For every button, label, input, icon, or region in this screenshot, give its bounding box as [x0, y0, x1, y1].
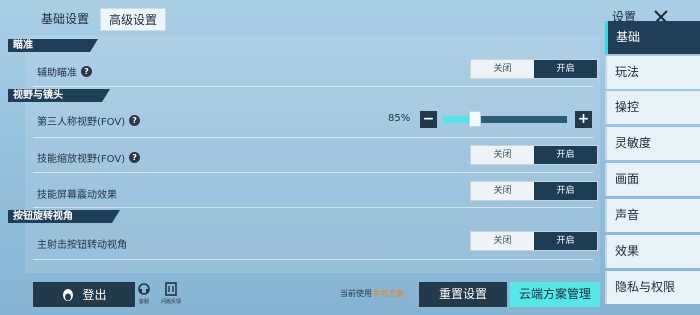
fire-rotate-on-button[interactable]: 开启: [534, 232, 597, 250]
customer-service-label: 客服: [138, 299, 149, 305]
skill-zoom-label: 技能缩放视野(FOV) ?: [37, 150, 141, 165]
section-header-view: 视野与镜头: [8, 89, 110, 102]
tab-advanced-settings[interactable]: 高级设置: [100, 8, 167, 31]
screen-shake-off-button[interactable]: 关闭: [471, 182, 534, 200]
section-header-aim: 瞄准: [8, 39, 98, 52]
help-icon[interactable]: ?: [129, 152, 141, 163]
reset-settings-button[interactable]: 重置设置: [419, 282, 507, 307]
skill-zoom-on-button[interactable]: 开启: [534, 146, 597, 164]
fov-slider-track[interactable]: [443, 116, 567, 123]
help-icon[interactable]: ?: [81, 66, 92, 77]
assist-aim-toggle: 关闭 开启: [470, 59, 598, 79]
feedback-label: 问题反馈: [160, 299, 181, 305]
assist-aim-off-button[interactable]: 关闭: [471, 60, 534, 78]
fov-slider-handle[interactable]: [469, 111, 482, 127]
divider: [33, 207, 593, 208]
assist-aim-text: 辅助瞄准: [37, 68, 77, 79]
fov-increase-button[interactable]: +: [575, 111, 592, 128]
settings-tabs: 基础设置 高级设置: [33, 8, 169, 31]
fire-rotate-toggle: 关闭 开启: [470, 231, 598, 251]
fov-third-text: 第三人称视野(FOV): [37, 117, 126, 128]
divider: [33, 172, 593, 173]
divider: [33, 137, 593, 138]
divider: [33, 259, 593, 260]
sidebar-item-basic[interactable]: 基础: [605, 21, 700, 54]
fov-decrease-button[interactable]: −: [420, 111, 437, 128]
feedback-button[interactable]: 问题反馈: [157, 282, 185, 305]
fire-rotate-off-button[interactable]: 关闭: [471, 232, 534, 250]
tab-basic-settings[interactable]: 基础设置: [33, 8, 97, 31]
cloud-scheme-button[interactable]: 云端方案管理: [510, 282, 600, 307]
current-scheme-name[interactable]: 本地方案: [372, 289, 404, 298]
sidebar-item-effects[interactable]: 效果: [605, 235, 700, 268]
sidebar-item-privacy[interactable]: 隐私与权限: [605, 271, 700, 304]
assist-aim-on-button[interactable]: 开启: [534, 60, 597, 78]
sidebar-item-graphics[interactable]: 画面: [605, 163, 700, 196]
divider: [33, 86, 593, 87]
current-scheme-prefix: 当前使用: [340, 289, 372, 298]
penguin-icon: [63, 288, 74, 301]
fire-rotate-label: 主射击按钮转动视角: [37, 240, 127, 251]
fov-value: 85%: [388, 113, 411, 124]
current-scheme-text: 当前使用本地方案: [340, 288, 404, 299]
headset-icon: [138, 283, 150, 295]
logout-button[interactable]: 登出: [33, 282, 135, 307]
screen-shake-label: 技能屏幕震动效果: [37, 190, 117, 201]
sidebar-item-gameplay[interactable]: 玩法: [605, 56, 700, 89]
skill-zoom-off-button[interactable]: 关闭: [471, 146, 534, 164]
screen-shake-on-button[interactable]: 开启: [534, 182, 597, 200]
sidebar-item-controls[interactable]: 操控: [605, 91, 700, 124]
assist-aim-label: 辅助瞄准 ?: [37, 64, 92, 79]
sidebar-item-sensitivity[interactable]: 灵敏度: [605, 127, 700, 160]
section-header-button-rotate: 按钮旋转视角: [8, 210, 120, 223]
feedback-icon: [165, 282, 177, 296]
customer-service-button[interactable]: 客服: [130, 282, 158, 305]
screen-shake-toggle: 关闭 开启: [470, 181, 598, 201]
skill-zoom-toggle: 关闭 开启: [470, 145, 598, 165]
sidebar-item-sound[interactable]: 声音: [605, 199, 700, 232]
skill-zoom-text: 技能缩放视野(FOV): [37, 154, 126, 165]
help-icon[interactable]: ?: [129, 115, 141, 126]
logout-label: 登出: [82, 288, 107, 302]
fov-third-label: 第三人称视野(FOV) ?: [37, 113, 141, 128]
